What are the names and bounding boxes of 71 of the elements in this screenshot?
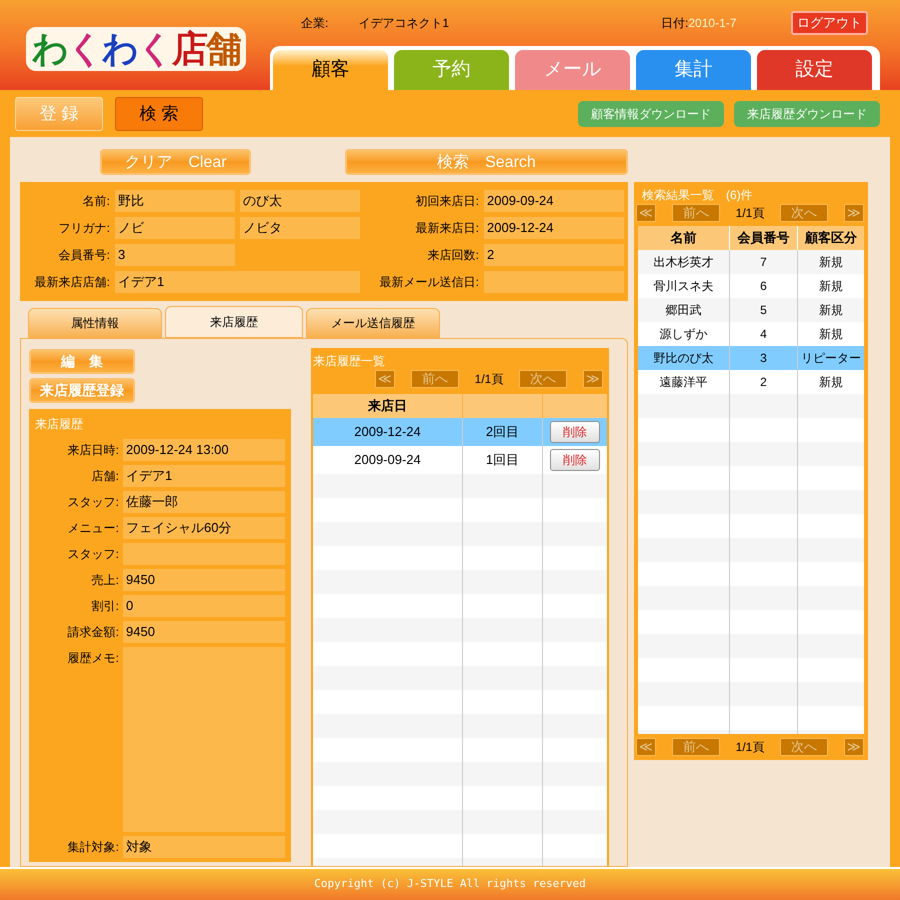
input-field[interactable]: 野比 [115, 190, 235, 212]
input-field[interactable]: 2009-12-24 13:00 [123, 439, 285, 461]
memo-field[interactable] [123, 647, 285, 832]
input-field[interactable]: 対象 [123, 836, 285, 858]
field-label: 最新来店日: [414, 220, 479, 237]
table-cell-text: 新規 [818, 254, 844, 271]
input-field[interactable]: 9450 [123, 569, 285, 591]
result-row[interactable]: 郷田武 5 新規 [638, 298, 864, 322]
field-label: スタッフ: [66, 494, 119, 511]
input-field[interactable]: イデア1 [123, 465, 285, 487]
date-label: 日付: [661, 15, 688, 32]
input-field[interactable] [484, 271, 624, 293]
field-label: 初回来店日: [414, 193, 479, 210]
column-header: 顧客区分 [804, 229, 858, 247]
field-label: 最新来店店舗: [34, 274, 110, 291]
company-label: 企業: [301, 15, 328, 32]
company-name: イデアコネクト1 [358, 15, 450, 32]
app-logo: わくわく店舗 [26, 27, 246, 71]
detail-tab[interactable]: 属性情報 [28, 308, 162, 338]
table-cell-text: リピーター [800, 350, 862, 367]
input-field[interactable]: 2 [484, 244, 624, 266]
input-field[interactable]: 2009-09-24 [484, 190, 624, 212]
field-label: 来店日時: [66, 442, 119, 459]
result-row[interactable]: 出木杉英才 7 新規 [638, 250, 864, 274]
field-label: 請求金額: [66, 624, 119, 641]
input-field[interactable] [123, 543, 285, 565]
field-label: 来店回数: [426, 247, 479, 264]
table-cell-text: 新規 [818, 302, 844, 319]
field-label: 売上: [90, 572, 119, 589]
field-label: フリガナ: [58, 220, 110, 237]
delete-button[interactable]: 削除 [550, 421, 600, 443]
input-field[interactable]: 0 [123, 595, 285, 617]
date-value: 2010-1-7 [688, 15, 736, 32]
nav-tab[interactable]: 顧客 [273, 50, 388, 90]
field-label: 会員番号: [58, 247, 110, 264]
page-indicator: 1/1頁 [736, 205, 764, 222]
field-label: 最新メール送信日: [378, 274, 479, 291]
detail-tab[interactable]: 来店履歴 [165, 306, 303, 338]
field-label: 履歴メモ: [66, 650, 119, 667]
mode-button[interactable]: 検 索 [115, 96, 203, 130]
panel-title: 来店履歴 [35, 416, 84, 433]
input-field[interactable]: イデア1 [115, 271, 360, 293]
input-field[interactable]: のび太 [240, 190, 360, 212]
input-field[interactable]: 9450 [123, 621, 285, 643]
page-indicator: 1/1頁 [736, 739, 764, 756]
field-label: 名前: [82, 193, 110, 210]
detail-tab[interactable]: メール送信履歴 [306, 308, 440, 338]
input-field[interactable]: 佐藤一郎 [123, 491, 285, 513]
result-row[interactable]: 野比のび太 3 リピーター [638, 346, 864, 370]
field-label: メニュー: [66, 520, 119, 537]
logout-button[interactable]: ログアウト [791, 11, 868, 35]
field-label: スタッフ: [66, 546, 119, 563]
nav-tab[interactable]: 設定 [757, 50, 872, 90]
input-field[interactable]: ノビタ [240, 217, 360, 239]
input-field[interactable]: 3 [115, 244, 235, 266]
table-cell-text: 新規 [818, 278, 844, 295]
page-indicator: 1/1頁 [474, 371, 504, 388]
results-title: 検索結果一覧 [642, 187, 714, 204]
results-count: (6)件 [726, 187, 753, 204]
field-label: 集計対象: [66, 839, 119, 856]
input-field[interactable]: フェイシャル60分 [123, 517, 285, 539]
table-cell-text: 新規 [818, 374, 844, 391]
copyright-text: Copyright (c) J-STYLE All rights reserved [314, 876, 586, 892]
field-label: 割引: [90, 598, 119, 615]
field-label: 店舗: [90, 468, 119, 485]
delete-button[interactable]: 削除 [550, 449, 600, 471]
panel-title: 来店履歴一覧 [313, 353, 386, 370]
input-field[interactable]: 2009-12-24 [484, 217, 624, 239]
table-row[interactable]: 2009-12-24 2回目 削除 [313, 418, 607, 446]
table-cell-text: 新規 [818, 326, 844, 343]
input-field[interactable]: ノビ [115, 217, 235, 239]
